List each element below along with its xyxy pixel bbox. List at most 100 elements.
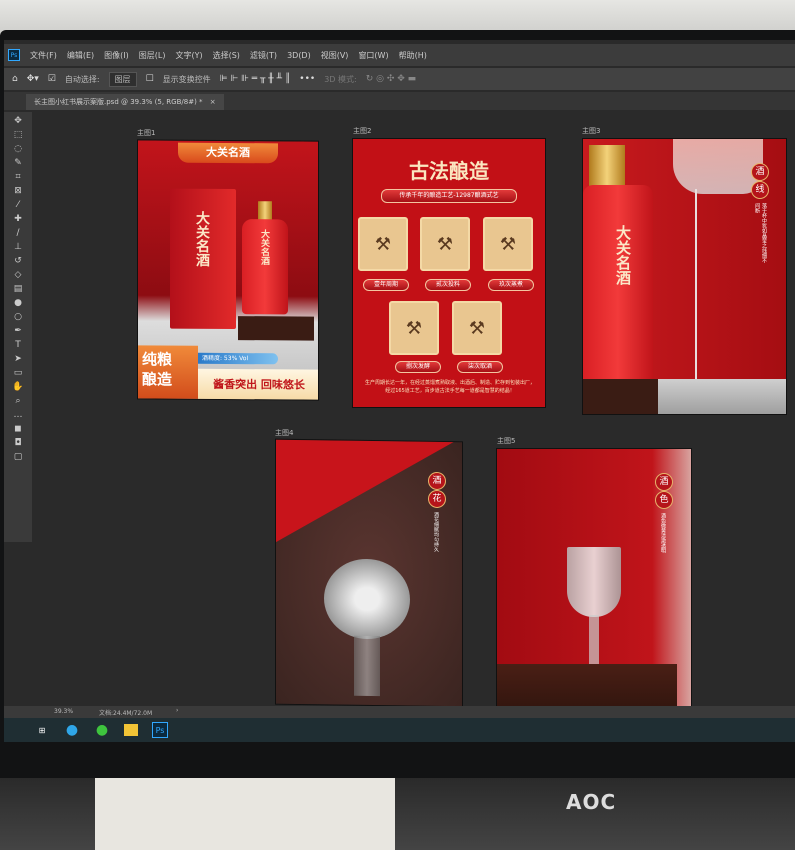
badge-caption: 酒色微黄清澈透明 xyxy=(660,513,666,553)
menu-image[interactable]: 图像(I) xyxy=(104,50,129,61)
bottle: 大关名酒 xyxy=(583,185,653,385)
bottle-brand: 大关名酒 xyxy=(259,229,269,266)
craft-illustration: ⚒ xyxy=(483,217,533,271)
close-tab-icon[interactable]: × xyxy=(210,98,216,106)
artboard-1[interactable]: 大关名酒 大关名酒 大关名酒 纯粮 酿造 酒精度: 53% Vol 酱香突出 回… xyxy=(137,139,319,401)
color-swatches-icon[interactable]: ◼ xyxy=(14,424,21,434)
monitor-logo: AOC xyxy=(566,790,617,814)
menu-file[interactable]: 文件(F) xyxy=(30,50,57,61)
craft-illustration: ⚒ xyxy=(452,301,502,355)
edge-icon[interactable]: ● xyxy=(64,722,80,738)
more-tools-icon[interactable]: … xyxy=(14,410,23,420)
pen-tool-icon[interactable]: ✒ xyxy=(14,326,22,336)
glass-stem xyxy=(354,635,380,697)
badge-char: 色 xyxy=(655,491,673,509)
3d-tool-icons[interactable]: ↻ ◎ ✣ ✥ ▬ xyxy=(366,74,416,84)
more-button[interactable]: ••• xyxy=(299,74,315,84)
liquor-glass xyxy=(567,547,621,617)
slogan: 酱香突出 回味悠长 xyxy=(198,368,319,401)
step-label: 玖次蒸煮 xyxy=(488,279,534,291)
badge-char: 花 xyxy=(428,489,446,509)
auto-select-label: 自动选择: xyxy=(64,74,100,84)
move-tool-icon[interactable]: ✥ xyxy=(14,116,22,126)
screen-mode-icon[interactable]: ▢ xyxy=(14,452,23,462)
artboard-label: 主图5 xyxy=(497,437,516,445)
pouring-hand xyxy=(673,139,763,194)
zoom-level[interactable]: 39.3% xyxy=(54,708,73,715)
liquor-stream xyxy=(695,189,697,379)
paper-document xyxy=(95,778,395,850)
crop-tool-icon[interactable]: ⌗ xyxy=(15,172,20,182)
menu-filter[interactable]: 滤镜(T) xyxy=(250,50,277,61)
artboard-3[interactable]: 大关名酒 酒 线 落于杯中犹如晶莹之线细不间断 xyxy=(582,138,787,415)
status-bar: 39.3% 文档:24.4M/72.0M › xyxy=(4,706,795,718)
craft-illustration: ⚒ xyxy=(389,301,439,355)
photoshop-taskbar-icon[interactable]: Ps xyxy=(152,722,168,738)
menu-window[interactable]: 窗口(W) xyxy=(358,50,388,61)
healing-brush-icon[interactable]: ✚ xyxy=(14,214,22,224)
eyedropper-icon[interactable]: ⁄ xyxy=(17,200,19,210)
move-tool-icon[interactable]: ✥▾ xyxy=(27,74,39,84)
align-icons[interactable]: ⊫ ⊩ ⊪ ═ ╥ ╫ ╨ ║ xyxy=(220,74,291,84)
lasso-tool-icon[interactable]: ◌ xyxy=(14,144,22,154)
type-tool-icon[interactable]: T xyxy=(15,340,21,350)
badge-char: 酒 xyxy=(428,471,446,491)
craft-title: 古法酿造 xyxy=(409,159,489,183)
show-transform-checkbox[interactable]: ☐ xyxy=(146,74,154,84)
windows-start-icon[interactable]: ⊞ xyxy=(34,722,50,738)
hand-tool-icon[interactable]: ✋ xyxy=(12,382,23,392)
home-icon[interactable]: ⌂ xyxy=(12,74,18,84)
menu-help[interactable]: 帮助(H) xyxy=(399,50,427,61)
liquor-glass xyxy=(324,558,410,640)
taskbar: ⊞ ● ● Ps xyxy=(4,718,795,742)
craft-illustration: ⚒ xyxy=(358,217,408,271)
artboard-label: 主图3 xyxy=(582,127,601,135)
menu-select[interactable]: 选择(S) xyxy=(213,50,240,61)
pure-grain-label: 纯粮 酿造 xyxy=(138,345,198,401)
menu-view[interactable]: 视图(V) xyxy=(321,50,349,61)
ribbon-title: 大关名酒 xyxy=(178,142,278,164)
brush-tool-icon[interactable]: ∕ xyxy=(16,228,19,238)
bottle-brand: 大关名酒 xyxy=(614,225,632,285)
marquee-tool-icon[interactable]: ⬚ xyxy=(14,130,23,140)
document-tab[interactable]: 长主图小红书展示案版.psd @ 39.3% (5, RGB/8#) * × xyxy=(26,94,224,110)
frame-tool-icon[interactable]: ⊠ xyxy=(14,186,22,196)
artboard-label: 主图2 xyxy=(353,127,372,135)
step-label: 捌次发酵 xyxy=(395,361,441,373)
artboard-2[interactable]: 古法酿造 传承千年的酿造工艺-12987酿酒式艺 ⚒ ⚒ ⚒ 壹年周期 贰次投料… xyxy=(352,138,546,408)
3d-mode-label: 3D 模式: xyxy=(324,74,357,84)
badge-char: 线 xyxy=(751,181,769,199)
artboard-5[interactable]: 酒 色 酒色微黄清澈透明 xyxy=(496,448,692,724)
quick-select-icon[interactable]: ✎ xyxy=(14,158,22,168)
clone-stamp-icon[interactable]: ⊥ xyxy=(14,242,22,252)
craft-subtitle: 传承千年的酿造工艺-12987酿酒式艺 xyxy=(381,189,517,203)
gift-box: 大关名酒 xyxy=(170,188,236,330)
layer-select-dropdown[interactable]: 图层 xyxy=(108,71,137,87)
history-brush-icon[interactable]: ↺ xyxy=(14,256,22,266)
blur-tool-icon[interactable]: ● xyxy=(14,298,22,308)
quick-mask-icon[interactable]: ◘ xyxy=(14,438,21,448)
bottle: 大关名酒 xyxy=(242,219,288,315)
rectangle-tool-icon[interactable]: ▭ xyxy=(14,368,23,378)
badge-char: 酒 xyxy=(751,163,769,181)
dodge-tool-icon[interactable]: ○ xyxy=(14,312,22,322)
wooden-stand xyxy=(583,379,658,414)
badge-char: 酒 xyxy=(655,473,673,491)
file-explorer-icon[interactable] xyxy=(124,724,138,736)
abv-label: 酒精度: 53% Vol xyxy=(198,352,278,365)
gradient-tool-icon[interactable]: ▤ xyxy=(14,284,23,294)
wechat-icon[interactable]: ● xyxy=(94,722,110,738)
step-label: 贰次投料 xyxy=(425,279,471,291)
path-select-icon[interactable]: ➤ xyxy=(14,354,22,364)
artboard-4[interactable]: 酒 花 酒花细腻均匀持久 xyxy=(275,438,463,708)
menu-type[interactable]: 文字(Y) xyxy=(175,50,202,61)
menu-layer[interactable]: 图层(L) xyxy=(139,50,166,61)
menu-3d[interactable]: 3D(D) xyxy=(287,51,311,60)
status-arrow-icon[interactable]: › xyxy=(176,707,178,714)
menu-edit[interactable]: 编辑(E) xyxy=(67,50,94,61)
auto-select-checkbox[interactable]: ☑ xyxy=(48,74,56,84)
artboard-label: 主图1 xyxy=(137,129,156,137)
document-title: 长主图小红书展示案版.psd @ 39.3% (5, RGB/8#) * xyxy=(34,98,203,106)
zoom-tool-icon[interactable]: ⌕ xyxy=(15,396,20,406)
eraser-icon[interactable]: ◇ xyxy=(15,270,22,280)
